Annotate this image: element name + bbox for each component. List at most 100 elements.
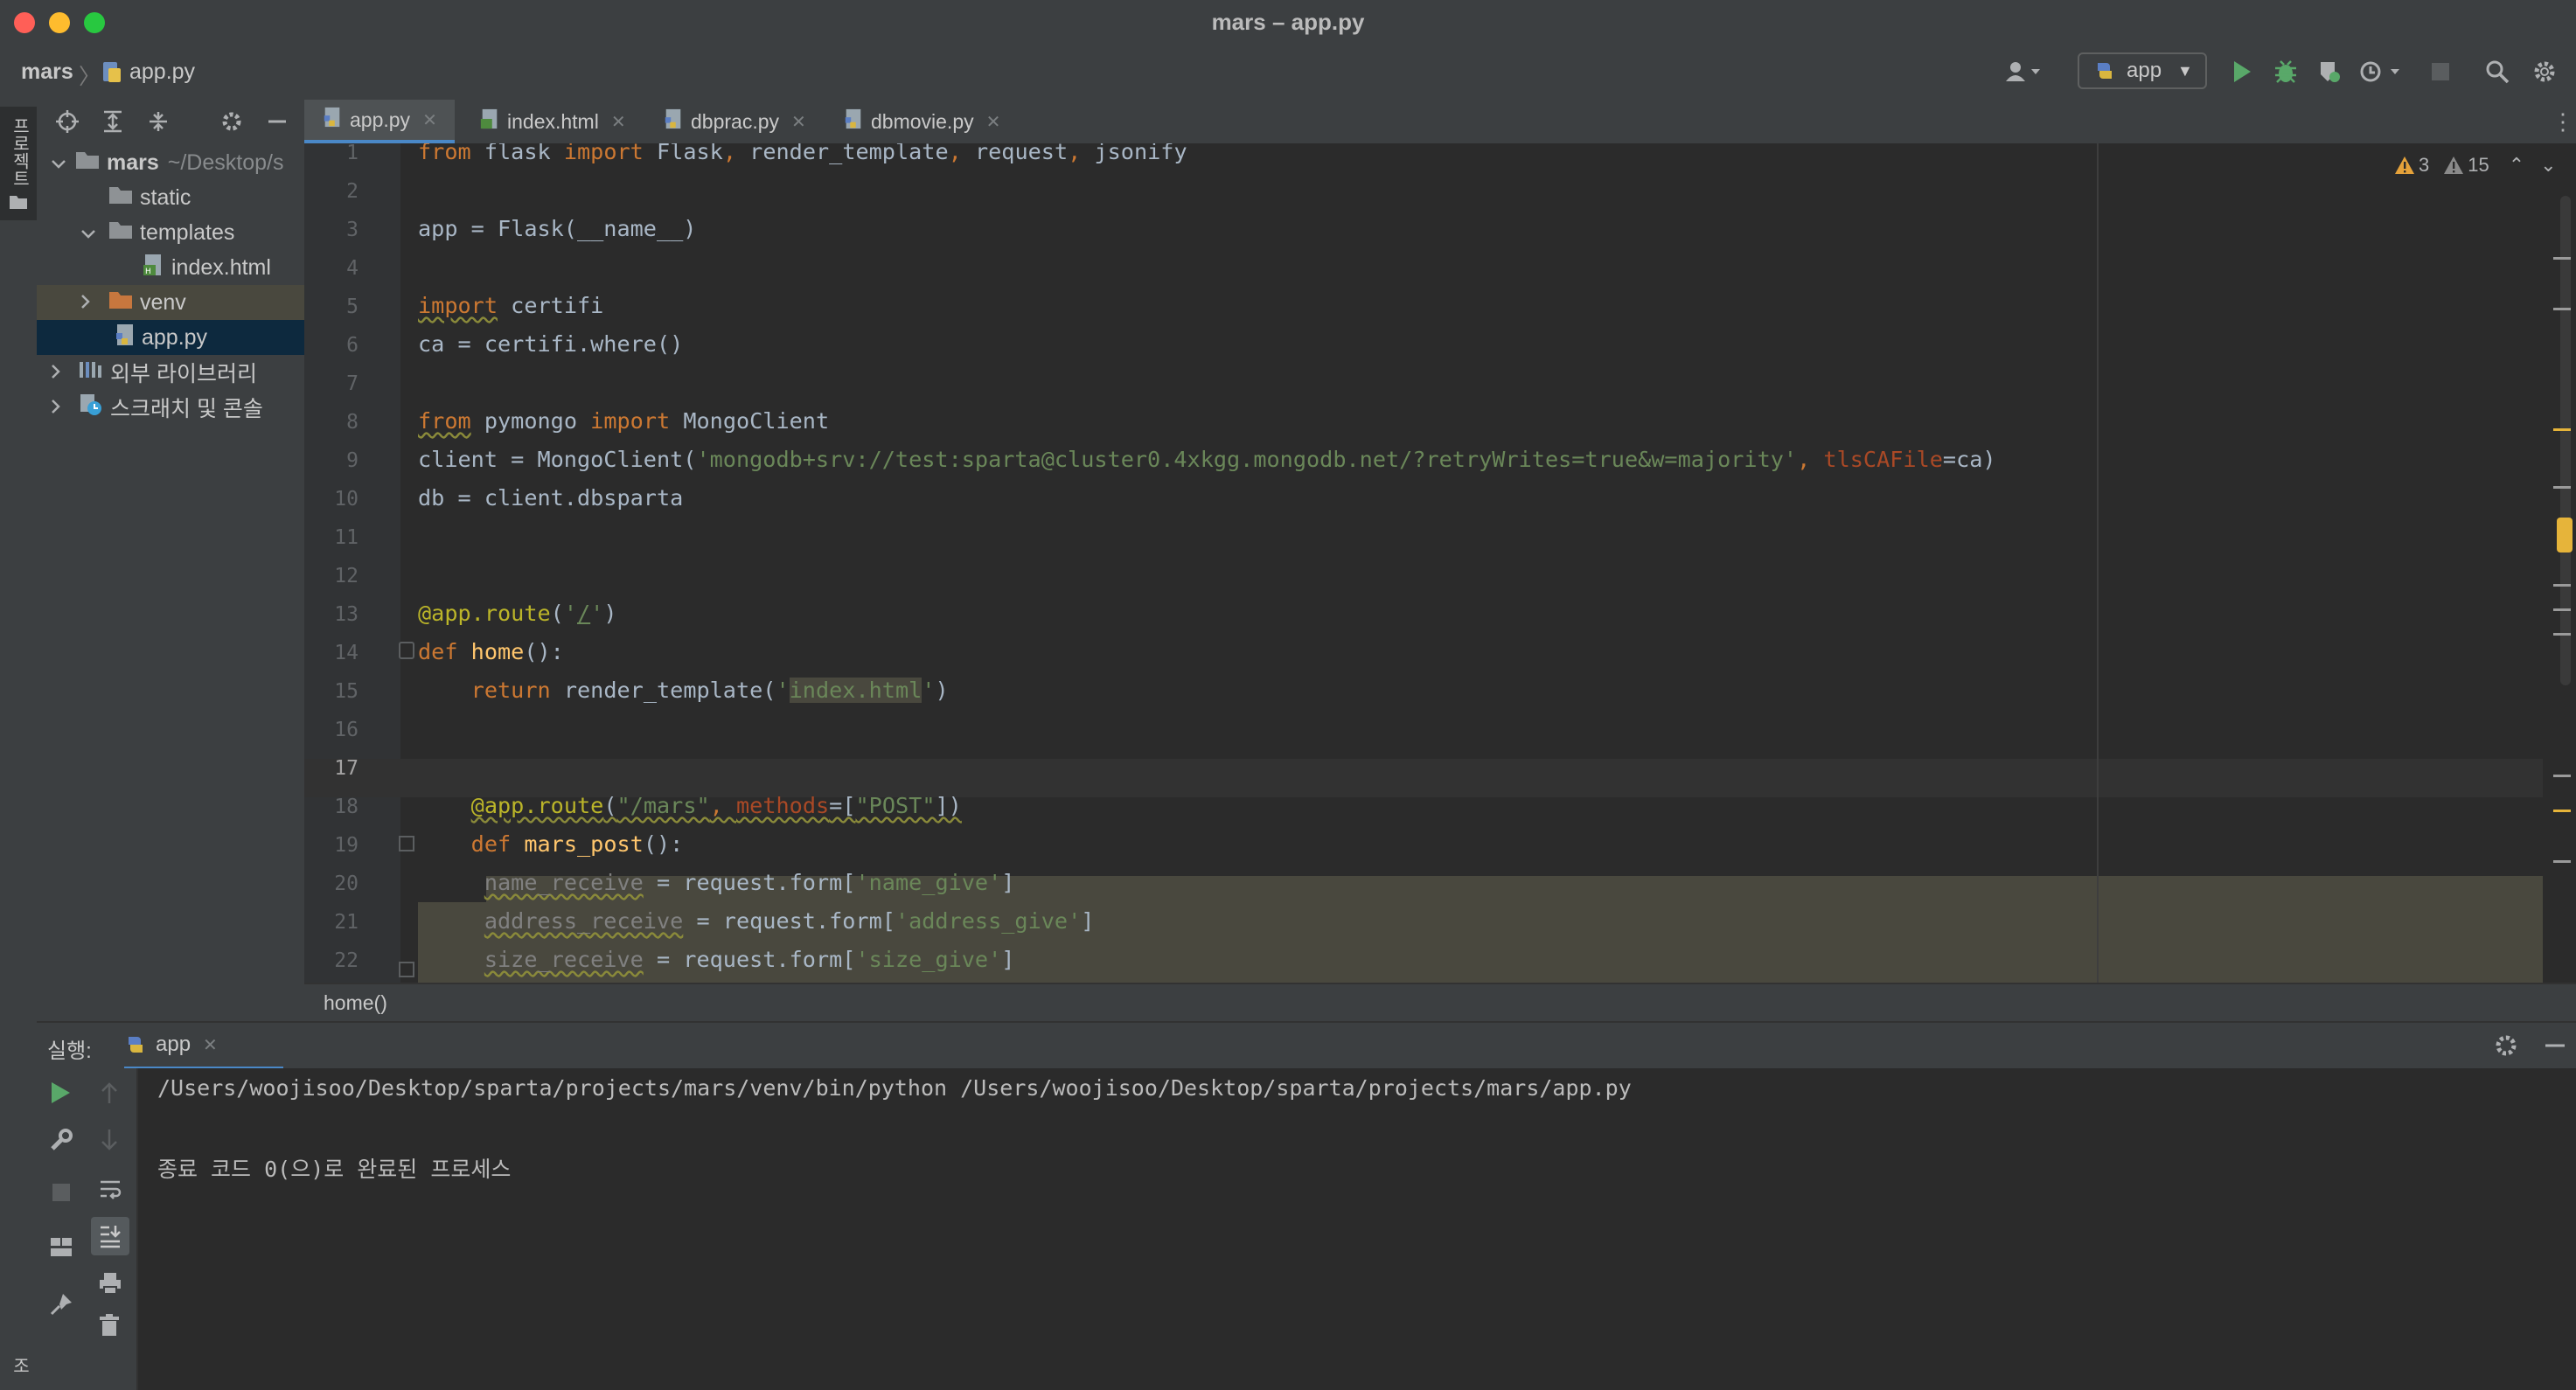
editor-tab-bar: app.py ✕ index.html ✕ dbprac.py ✕ dbmovi… <box>304 100 2576 145</box>
html-file-icon: H <box>142 253 164 283</box>
code-line-20: name_receive = request.form['name_give'] <box>484 870 1015 895</box>
python-icon <box>2098 63 2112 79</box>
line-number: 12 <box>334 565 359 587</box>
fold-marker-icon[interactable] <box>399 836 414 851</box>
tab-dbprac-py[interactable]: dbprac.py ✕ <box>651 100 825 143</box>
line-number: 2 <box>346 180 359 203</box>
tree-item-label: app.py <box>142 324 208 350</box>
chevron-right-icon[interactable] <box>80 290 98 316</box>
editor-breadcrumb-bar: home() <box>304 983 2576 1023</box>
fold-marker-icon[interactable] <box>399 962 414 977</box>
run-configuration-select[interactable]: app ▼ <box>2078 52 2207 89</box>
editor-breadcrumb[interactable]: home() <box>324 991 387 1015</box>
breadcrumb-file[interactable]: app.py <box>129 59 195 85</box>
settings-gear-icon[interactable] <box>2527 54 2562 89</box>
html-file-icon <box>479 108 500 136</box>
tree-item-static[interactable]: static <box>37 180 304 215</box>
folder-icon <box>108 185 133 211</box>
chevron-down-icon[interactable] <box>51 150 68 176</box>
line-number: 19 <box>334 834 359 857</box>
hide-panel-icon[interactable] <box>266 110 289 137</box>
library-icon <box>79 360 103 386</box>
scroll-to-end-toggle[interactable] <box>91 1217 129 1255</box>
expand-all-icon[interactable] <box>101 110 124 137</box>
run-console-output[interactable]: /Users/woojisoo/Desktop/sparta/projects/… <box>138 1068 2576 1390</box>
options-gear-icon[interactable] <box>220 110 243 137</box>
tree-item-label: 외부 라이브러리 <box>110 362 257 386</box>
chevron-down-icon[interactable] <box>80 220 98 246</box>
folder-icon <box>108 220 133 246</box>
print-icon[interactable] <box>98 1271 122 1300</box>
breadcrumb-separator-icon: 〉 <box>79 65 101 89</box>
pin-icon[interactable] <box>49 1292 73 1321</box>
stop-icon[interactable] <box>2427 54 2454 89</box>
python-file-icon <box>101 61 122 88</box>
hide-panel-icon[interactable] <box>2543 1033 2567 1062</box>
wrench-icon[interactable] <box>49 1128 73 1157</box>
locate-file-icon[interactable] <box>56 110 79 137</box>
arrow-up-icon[interactable] <box>98 1081 121 1109</box>
search-icon[interactable] <box>2480 54 2515 89</box>
weak-warning-count: 15 <box>2468 154 2489 176</box>
right-margin-guide <box>2097 143 2099 983</box>
tree-item-app-py[interactable]: app.py <box>37 320 304 355</box>
line-number: 1 <box>346 143 359 164</box>
inspection-widget[interactable]: 3 15 ⌃ ⌄ <box>2394 152 2557 178</box>
project-tool-window-button[interactable]: 프로젝트 <box>0 107 37 220</box>
tree-item-external-libraries[interactable]: 외부 라이브러리 <box>37 355 304 390</box>
chevron-up-icon[interactable]: ⌃ <box>2509 154 2524 177</box>
python-file-icon <box>322 106 343 134</box>
debug-icon[interactable] <box>2270 54 2301 89</box>
scroll-to-end-icon <box>101 1226 121 1248</box>
close-tab-icon[interactable]: ✕ <box>422 109 437 131</box>
tree-item-label: mars <box>107 149 159 175</box>
chevron-right-icon[interactable] <box>51 395 68 420</box>
code-line-10: db = client.dbsparta <box>418 485 684 511</box>
close-tab-icon[interactable]: ✕ <box>203 1034 218 1056</box>
chevron-down-icon[interactable]: ⌄ <box>2540 154 2556 177</box>
collapse-all-icon[interactable] <box>147 110 170 137</box>
run-icon[interactable] <box>2226 54 2258 89</box>
arrow-down-icon[interactable] <box>98 1128 121 1157</box>
stop-icon[interactable] <box>51 1182 72 1207</box>
breadcrumb-project[interactable]: mars <box>21 59 73 85</box>
tree-item-templates[interactable]: templates <box>37 215 304 250</box>
line-number: 9 <box>346 449 359 472</box>
fold-marker-icon[interactable] <box>399 642 414 659</box>
chevron-right-icon[interactable] <box>51 360 68 386</box>
close-tab-icon[interactable]: ✕ <box>611 111 626 133</box>
more-tabs-icon[interactable]: ⋮ <box>2552 108 2574 136</box>
tree-item-venv[interactable]: venv <box>37 285 304 320</box>
code-editor[interactable]: 1 2 3 4 5 6 7 8 9 10 11 12 13 14 15 16 17 18 19 20 21 22 from… <box>304 143 2576 983</box>
layout-icon[interactable] <box>49 1234 73 1263</box>
profile-icon[interactable] <box>2356 54 2408 89</box>
line-number: 13 <box>334 603 359 626</box>
tab-app-py[interactable]: app.py ✕ <box>304 100 455 143</box>
code-line-18: @app.route("/mars", methods=["POST"]) <box>470 793 962 818</box>
user-icon[interactable] <box>1997 54 2050 89</box>
rerun-icon[interactable] <box>49 1081 72 1109</box>
trash-icon[interactable] <box>98 1313 121 1342</box>
warning-count: 3 <box>2419 154 2430 176</box>
tree-item-mars[interactable]: mars ~/Desktop/s <box>37 145 304 180</box>
run-panel-label: 실행: <box>47 1039 92 1063</box>
tree-item-scratches[interactable]: 스크래치 및 콘솔 <box>37 390 304 425</box>
tab-index-html[interactable]: index.html ✕ <box>467 100 645 143</box>
tab-dbmovie-py[interactable]: dbmovie.py ✕ <box>831 100 1023 143</box>
scratch-icon <box>79 393 103 422</box>
run-tab-app[interactable]: app ✕ <box>124 1023 283 1070</box>
close-tab-icon[interactable]: ✕ <box>791 111 806 133</box>
line-number: 15 <box>334 680 359 703</box>
project-tool-label: 프로젝트 <box>10 117 29 187</box>
console-line: /Users/woojisoo/Desktop/sparta/projects/… <box>157 1075 1632 1101</box>
svg-text:H: H <box>145 268 151 276</box>
coverage-icon[interactable] <box>2314 54 2345 89</box>
vertical-scrollbar[interactable] <box>2560 196 2571 685</box>
close-tab-icon[interactable]: ✕ <box>986 111 1001 133</box>
soft-wrap-icon[interactable] <box>98 1177 122 1206</box>
weak-warning-icon <box>2444 156 2464 174</box>
window-title: mars – app.py <box>1211 9 1365 35</box>
tree-item-index-html[interactable]: H index.html <box>37 250 304 285</box>
code-line-3: app = Flask(__name__) <box>418 216 697 241</box>
settings-gear-icon[interactable] <box>2494 1033 2518 1062</box>
